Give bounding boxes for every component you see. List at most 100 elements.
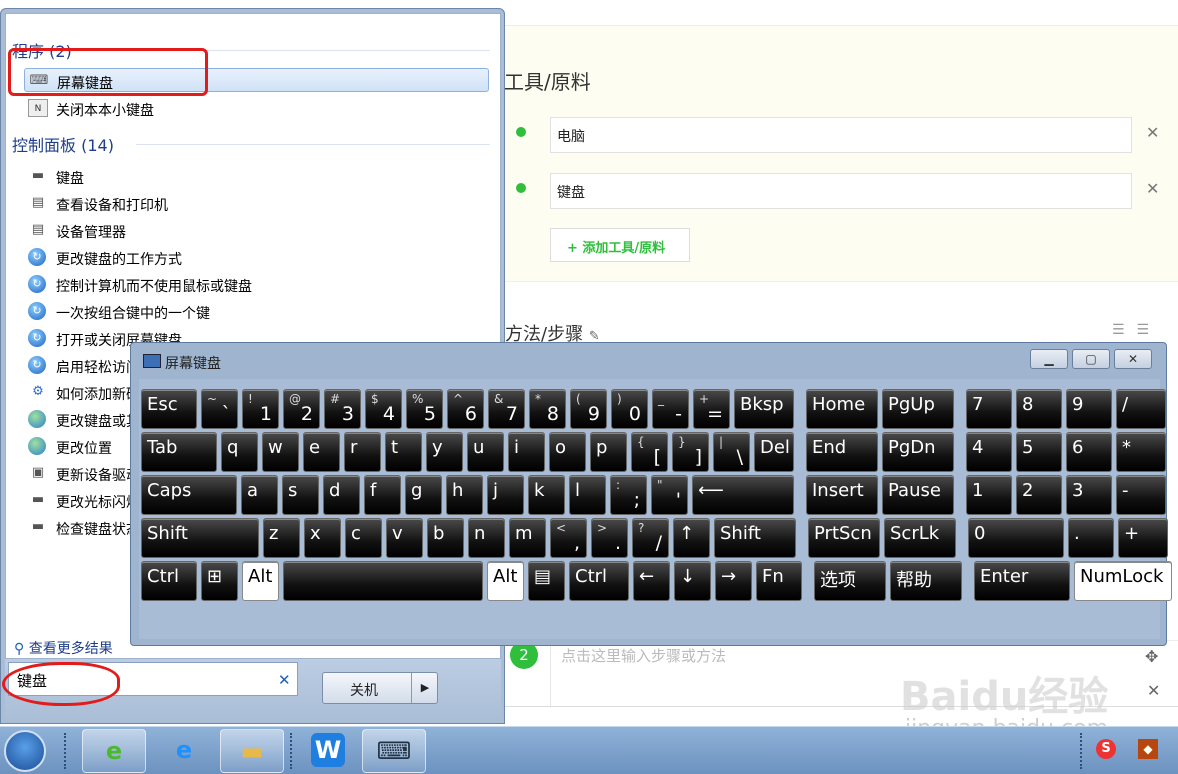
tool-input[interactable]: 电脑 (550, 117, 1132, 153)
shutdown-button[interactable]: 关机 ▶ (322, 672, 438, 704)
key[interactable]: ↓ (674, 561, 711, 601)
tool-input[interactable]: 键盘 (550, 173, 1132, 209)
key[interactable]: 帮助 (890, 561, 962, 601)
remove-tool-icon[interactable]: ✕ (1146, 179, 1159, 198)
key[interactable]: w (262, 432, 299, 472)
key[interactable]: $4 (365, 389, 402, 429)
key[interactable]: g (405, 475, 442, 515)
chevron-right-icon[interactable]: ▶ (411, 673, 438, 703)
key[interactable]: ) 0 (611, 389, 648, 429)
key[interactable]: >. (591, 518, 628, 558)
clear-search-icon[interactable]: ✕ (278, 671, 291, 689)
key[interactable]: & 7 (488, 389, 525, 429)
key[interactable]: End (806, 432, 878, 472)
key[interactable]: Alt (487, 561, 524, 601)
sogou-tray-icon[interactable]: S (1096, 739, 1116, 759)
key[interactable]: " ' (651, 475, 688, 515)
key[interactable]: a (241, 475, 278, 515)
key[interactable]: ! 1 (242, 389, 279, 429)
start-button[interactable] (4, 730, 46, 772)
key[interactable]: PgUp (882, 389, 954, 429)
cp-item[interactable]: ↻ 更改键盘的工作方式 (24, 245, 489, 269)
key[interactable]: 5 (1016, 432, 1062, 472)
key[interactable]: 0 (968, 518, 1064, 558)
key[interactable]: ? / (632, 518, 669, 558)
cp-item[interactable]: ↻ 控制计算机而不使用鼠标或键盘 (24, 272, 489, 296)
key[interactable]: n (468, 518, 505, 558)
key[interactable]: Shift (141, 518, 259, 558)
key[interactable]: NumLock (1074, 561, 1172, 601)
key[interactable]: % 5 (406, 389, 443, 429)
key[interactable]: p (590, 432, 627, 472)
key[interactable]: Caps (141, 475, 237, 515)
osk-titlebar[interactable]: 屏幕键盘 (139, 349, 939, 373)
key[interactable]: Insert (806, 475, 878, 515)
key[interactable]: f (364, 475, 401, 515)
key[interactable]: 6 (1066, 432, 1112, 472)
cp-item[interactable]: ▤ 设备管理器 (24, 218, 489, 242)
key[interactable]: r (344, 432, 381, 472)
key[interactable]: t (385, 432, 422, 472)
key[interactable]: m (509, 518, 546, 558)
key[interactable]: i (508, 432, 545, 472)
key[interactable]: j (487, 475, 524, 515)
key[interactable]: y (426, 432, 463, 472)
key[interactable]: * 8 (529, 389, 566, 429)
step-input[interactable]: 点击这里输入步骤或方法 (561, 645, 726, 666)
key[interactable]: :; (610, 475, 647, 515)
key[interactable]: z (263, 518, 300, 558)
maximize-button[interactable]: ▢ (1072, 349, 1110, 369)
key[interactable]: PrtScn (808, 518, 880, 558)
key[interactable]: s (282, 475, 319, 515)
key[interactable]: ^ 6 (447, 389, 484, 429)
key[interactable]: @2 (283, 389, 320, 429)
key[interactable]: l (569, 475, 606, 515)
cp-item[interactable]: ▬ 键盘 (24, 164, 489, 188)
key[interactable]: ▤ (528, 561, 565, 601)
key[interactable]: k (528, 475, 565, 515)
key[interactable]: Bksp (734, 389, 794, 429)
minimize-button[interactable]: ▁ (1030, 349, 1068, 369)
key[interactable]: - (1116, 475, 1166, 515)
internet-explorer-icon[interactable]: e (152, 729, 216, 773)
key[interactable]: {[ (631, 432, 668, 472)
control-panel-header[interactable]: 控制面板 (14) (12, 132, 114, 156)
key[interactable]: Ctrl (569, 561, 629, 601)
ie-browser-icon[interactable]: e (82, 729, 146, 773)
key[interactable]: PgDn (882, 432, 954, 472)
key[interactable]: #3 (324, 389, 361, 429)
remove-step-icon[interactable]: ✕ (1147, 681, 1160, 700)
key[interactable]: 9 (1066, 389, 1112, 429)
move-icon[interactable]: ✥ (1145, 647, 1158, 666)
key[interactable]: . (1068, 518, 1114, 558)
key[interactable]: + (1118, 518, 1168, 558)
close-button[interactable]: ✕ (1114, 349, 1152, 369)
key[interactable]: d (323, 475, 360, 515)
key[interactable]: Ctrl (141, 561, 197, 601)
key[interactable]: * (1116, 432, 1166, 472)
key[interactable]: Pause (882, 475, 954, 515)
key[interactable]: ← (633, 561, 670, 601)
key[interactable]: u (467, 432, 504, 472)
wps-icon[interactable]: W (296, 729, 360, 773)
key[interactable]: e (303, 432, 340, 472)
cp-item[interactable]: ▤ 查看设备和打印机 (24, 191, 489, 215)
key[interactable]: }] (672, 432, 709, 472)
key[interactable]: ScrLk (884, 518, 956, 558)
key[interactable]: Shift (714, 518, 796, 558)
key[interactable]: Alt (242, 561, 279, 601)
key[interactable]: c (345, 518, 382, 558)
key[interactable]: 7 (966, 389, 1012, 429)
key[interactable]: Home (806, 389, 878, 429)
cp-item[interactable]: ↻ 一次按组合键中的一个键 (24, 299, 489, 323)
list-view-icon[interactable]: ☰☰ (1112, 322, 1161, 338)
program-item-numlock[interactable]: N 关闭本本小键盘 (24, 96, 489, 120)
add-tool-button[interactable]: + 添加工具/原料 (550, 228, 690, 262)
key[interactable]: ~ ` (201, 389, 238, 429)
key[interactable]: b (427, 518, 464, 558)
app-tray-icon[interactable]: ◆ (1138, 739, 1158, 759)
osk-taskbar-icon[interactable]: ⌨ (362, 729, 426, 773)
key[interactable]: o (549, 432, 586, 472)
key[interactable]: h (446, 475, 483, 515)
key[interactable]: <, (550, 518, 587, 558)
